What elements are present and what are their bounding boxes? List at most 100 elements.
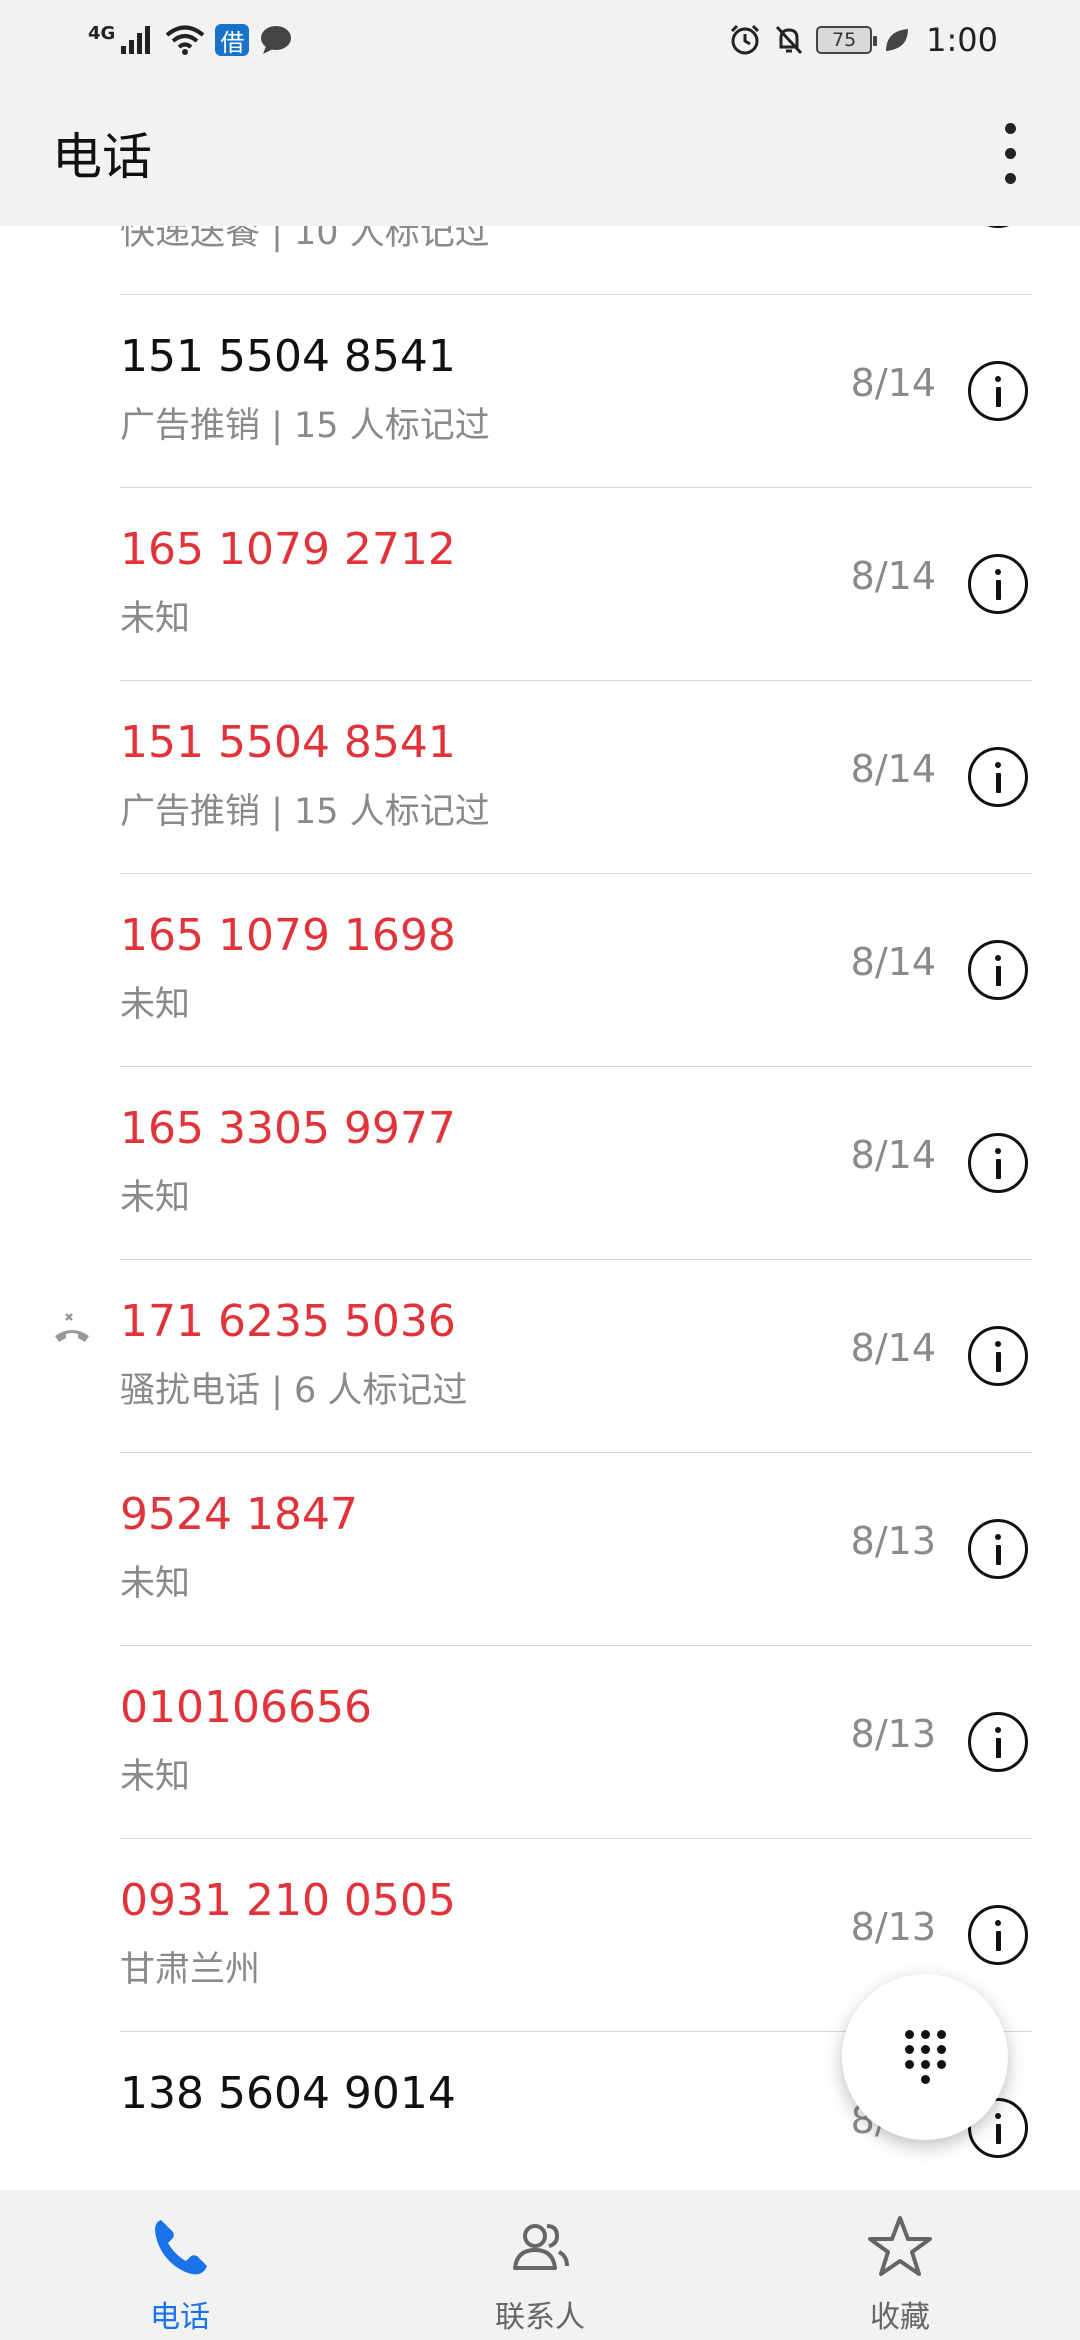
call-info-button[interactable] xyxy=(968,1712,1028,1772)
call-log-row[interactable]: 010106656 未知 8/13 xyxy=(0,1646,1080,1839)
battery-indicator: 75 xyxy=(816,26,878,54)
info-icon-dot xyxy=(995,1340,1001,1347)
call-number: 151 5504 8541 xyxy=(120,331,456,382)
call-log-row[interactable]: 171 6235 5036 骚扰电话 | 6 人标记过 8/14 xyxy=(0,1260,1080,1453)
signal-icon xyxy=(121,26,151,54)
call-description: 广告推销 | 15 人标记过 xyxy=(120,406,490,446)
message-icon xyxy=(261,26,292,54)
call-log-row[interactable]: 165 1079 1698 未知 8/14 xyxy=(0,874,1080,1067)
status-bar: 4G 借 75 1:00 xyxy=(0,0,1080,80)
info-icon-dot xyxy=(995,1147,1001,1154)
info-icon-bar xyxy=(995,1737,1001,1758)
mute-bell-icon xyxy=(776,25,803,55)
call-date: 8/13 xyxy=(850,1712,936,1756)
info-icon-bar xyxy=(995,965,1001,986)
call-info-button[interactable] xyxy=(968,361,1028,421)
call-date: 8/14 xyxy=(850,1133,936,1177)
more-icon-dot xyxy=(1004,147,1016,159)
info-icon-dot xyxy=(995,1533,1001,1540)
call-log-row[interactable]: 165 1079 2712 未知 8/14 xyxy=(0,488,1080,681)
call-date: 8/13 xyxy=(850,1905,936,1949)
star-icon xyxy=(865,2212,935,2286)
info-icon-bar xyxy=(995,579,1001,600)
nav-item-star[interactable]: 收藏 xyxy=(720,2190,1080,2340)
dialpad-button[interactable] xyxy=(842,1974,1008,2140)
call-date: 8/13 xyxy=(850,1519,936,1563)
alarm-icon xyxy=(731,24,760,55)
info-icon-dot xyxy=(995,1726,1001,1733)
contacts-icon xyxy=(505,2212,575,2286)
info-icon-bar xyxy=(995,1158,1001,1179)
call-info-button[interactable] xyxy=(968,226,1028,228)
info-icon-bar xyxy=(995,1351,1001,1372)
nav-item-phone[interactable]: 电话 xyxy=(0,2190,360,2340)
call-date: 8/14 xyxy=(850,747,936,791)
phone-icon xyxy=(145,2212,215,2286)
dialer-app: 4G 借 75 1:00 电话 快递送餐 | 10 人标记过 151 5504 … xyxy=(0,0,1080,2340)
app-notification-icon: 借 xyxy=(215,24,250,57)
bottom-nav: 电话 联系人 收藏 xyxy=(0,2190,1080,2340)
call-number: 165 1079 1698 xyxy=(120,910,456,961)
info-icon-dot xyxy=(995,1919,1001,1926)
info-icon-dot xyxy=(995,761,1001,768)
call-description: 未知 xyxy=(120,1178,191,1218)
call-log-row[interactable]: 9524 1847 未知 8/13 xyxy=(0,1453,1080,1646)
call-info-button[interactable] xyxy=(968,1326,1028,1386)
call-number: 138 5604 9014 xyxy=(120,2068,456,2119)
call-date: 8/14 xyxy=(850,1326,936,1370)
info-icon-bar xyxy=(995,1544,1001,1565)
call-description: 骚扰电话 | 6 人标记过 xyxy=(120,1371,468,1411)
info-icon-dot xyxy=(995,954,1001,961)
info-icon-dot xyxy=(995,2112,1001,2119)
info-icon-dot xyxy=(995,375,1001,382)
call-info-button[interactable] xyxy=(968,1133,1028,1193)
status-right: 75 1:00 xyxy=(728,21,998,59)
nav-label: 联系人 xyxy=(495,2300,585,2335)
leaf-icon xyxy=(886,29,909,51)
call-number: 165 1079 2712 xyxy=(120,524,456,575)
dialpad-icon xyxy=(904,2030,946,2084)
info-icon-dot xyxy=(995,568,1001,575)
call-log-list[interactable]: 153 8513 5341快递送餐 | 10 人标记过8/14151 5504 … xyxy=(0,226,1080,2190)
call-log-row[interactable]: 151 5504 8541 广告推销 | 15 人标记过 8/14 xyxy=(0,681,1080,874)
app-header: 电话 xyxy=(0,80,1080,226)
call-description: 未知 xyxy=(120,1564,191,1604)
call-description: 未知 xyxy=(120,599,191,639)
wifi-icon xyxy=(166,25,205,55)
call-description: 未知 xyxy=(120,985,191,1025)
call-number: 171 6235 5036 xyxy=(120,1296,456,1347)
nav-label: 收藏 xyxy=(870,2300,930,2335)
info-icon-bar xyxy=(995,1930,1001,1951)
nav-label: 电话 xyxy=(150,2300,210,2335)
more-icon-dot xyxy=(1004,172,1016,184)
call-number: 010106656 xyxy=(120,1682,372,1733)
call-date: 8/14 xyxy=(850,361,936,405)
call-number: 165 3305 9977 xyxy=(120,1103,456,1154)
call-log-row[interactable]: 165 3305 9977 未知 8/14 xyxy=(0,1067,1080,1260)
call-date: 8/14 xyxy=(850,554,936,598)
call-date: 8/14 xyxy=(850,940,936,984)
call-description: 快递送餐 | 10 人标记过 xyxy=(120,226,490,253)
call-number: 9524 1847 xyxy=(120,1489,358,1540)
call-info-button[interactable] xyxy=(968,554,1028,614)
rejected-call-icon xyxy=(55,1313,89,1342)
call-info-button[interactable] xyxy=(968,747,1028,807)
call-description: 广告推销 | 15 人标记过 xyxy=(120,792,490,832)
nav-item-contacts[interactable]: 联系人 xyxy=(360,2190,720,2340)
more-icon-dot xyxy=(1004,122,1016,134)
call-number: 151 5504 8541 xyxy=(120,717,456,768)
call-info-button[interactable] xyxy=(968,1519,1028,1579)
call-info-button[interactable] xyxy=(968,940,1028,1000)
call-description: 甘肃兰州 xyxy=(120,1950,261,1990)
status-left: 4G 借 xyxy=(88,22,293,57)
call-log-row[interactable]: 151 5504 8541 广告推销 | 15 人标记过 8/14 xyxy=(0,295,1080,488)
info-icon-bar xyxy=(995,772,1001,793)
call-log-rows: 153 8513 5341快递送餐 | 10 人标记过8/14151 5504 … xyxy=(0,226,1080,2190)
more-options-button[interactable] xyxy=(990,118,1030,188)
clock: 1:00 xyxy=(926,21,998,59)
call-info-button[interactable] xyxy=(968,1905,1028,1965)
page-title: 电话 xyxy=(52,128,152,186)
network-type: 4G xyxy=(88,22,116,44)
info-icon-bar xyxy=(995,2123,1001,2144)
call-log-row[interactable]: 153 8513 5341快递送餐 | 10 人标记过8/14 xyxy=(0,226,1080,295)
